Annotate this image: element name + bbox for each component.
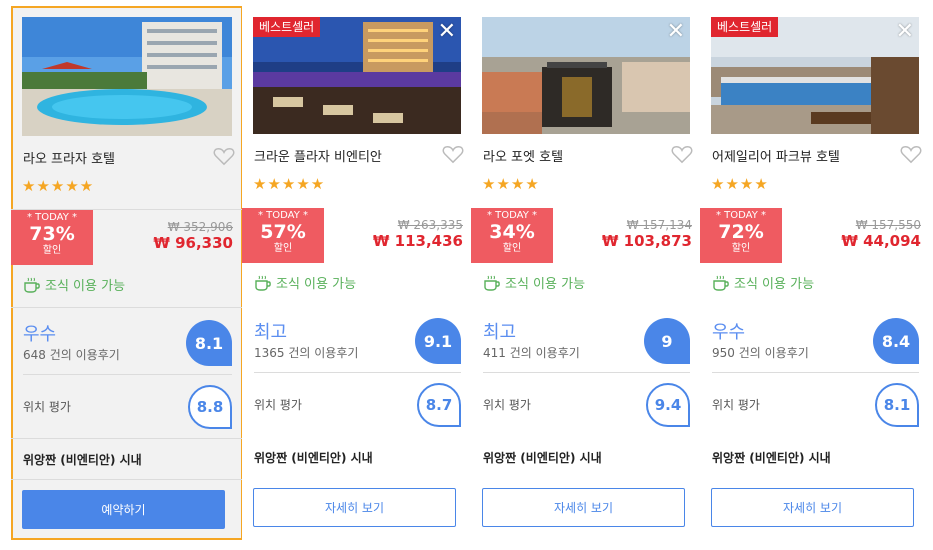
divider xyxy=(712,372,919,373)
star-rating: ★★★★ xyxy=(711,175,769,193)
coffee-cup-icon xyxy=(484,275,500,291)
sale-price: ₩ 113,436 xyxy=(372,232,463,250)
hotel-photo[interactable] xyxy=(22,17,232,136)
review-count[interactable]: 411 건의 이용후기 xyxy=(483,344,580,361)
hotel-name[interactable]: 라오 프라자 호텔 xyxy=(23,148,115,167)
hotel-area: 위앙짠 (비엔티안) 시내 xyxy=(23,453,142,467)
breakfast-label: 조식 이용 가능 xyxy=(276,277,357,292)
row-divider xyxy=(11,307,243,308)
today-label: * TODAY * xyxy=(486,210,538,221)
breakfast-info: 조식 이용 가능 xyxy=(712,273,814,292)
original-price: ₩ 157,134 xyxy=(626,218,692,232)
today-label: * TODAY * xyxy=(715,210,767,221)
discount-percent: 73% xyxy=(29,223,75,245)
review-score: 8.4 xyxy=(873,318,919,364)
location-rating-label: 위치 평가 xyxy=(254,398,302,412)
hotel-area: 위앙짠 (비엔티안) 시내 xyxy=(483,451,602,465)
today-label: * TODAY * xyxy=(26,212,78,223)
row-divider xyxy=(11,479,243,480)
breakfast-label: 조식 이용 가능 xyxy=(505,277,586,292)
discount-label: 할인 xyxy=(273,243,293,254)
close-icon[interactable]: ✕ xyxy=(896,19,914,45)
breakfast-info: 조식 이용 가능 xyxy=(23,275,125,294)
today-discount-badge: * TODAY * 73% 할인 xyxy=(11,210,93,265)
hotel-comparison-list: 라오 프라자 호텔 ★★★★★ * TODAY * 73% 할인 ₩ 352,9… xyxy=(0,0,933,550)
details-button[interactable]: 자세히 보기 xyxy=(711,488,914,527)
row-divider xyxy=(11,438,243,439)
hotel-name[interactable]: 라오 포엣 호텔 xyxy=(483,146,563,165)
hotel-card[interactable]: 베스트셀러 ✕ 크라운 플라자 비엔티안 ★★★★★ * TODAY * 57%… xyxy=(242,0,472,550)
divider xyxy=(23,374,232,375)
today-discount-badge: * TODAY * 57% 할인 xyxy=(242,208,324,263)
rating-word: 최고 xyxy=(254,322,288,343)
rating-word: 우수 xyxy=(712,322,746,343)
review-count[interactable]: 950 건의 이용후기 xyxy=(712,344,809,361)
rating-word: 우수 xyxy=(23,324,57,345)
location-score: 8.7 xyxy=(417,383,461,427)
star-rating: ★★★★★ xyxy=(253,175,326,193)
heart-icon[interactable] xyxy=(213,146,235,166)
review-score: 9.1 xyxy=(415,318,461,364)
coffee-cup-icon xyxy=(255,275,271,291)
sale-price: ₩ 96,330 xyxy=(153,234,233,252)
discount-percent: 34% xyxy=(489,221,535,243)
divider xyxy=(254,372,461,373)
location-rating-label: 위치 평가 xyxy=(483,398,531,412)
location-score: 8.8 xyxy=(188,385,232,429)
rating-word: 최고 xyxy=(483,322,517,343)
hotel-area: 위앙짠 (비엔티안) 시내 xyxy=(712,451,831,465)
bestseller-badge: 베스트셀러 xyxy=(711,17,779,37)
hotel-photo[interactable]: 베스트셀러 ✕ xyxy=(253,17,461,134)
heart-icon[interactable] xyxy=(442,144,464,164)
location-score: 8.1 xyxy=(875,383,919,427)
discount-label: 할인 xyxy=(502,243,522,254)
today-discount-badge: * TODAY * 34% 할인 xyxy=(471,208,553,263)
location-rating-label: 위치 평가 xyxy=(23,400,71,414)
sale-price: ₩ 44,094 xyxy=(841,232,921,250)
hotel-photo[interactable]: ✕ xyxy=(482,17,690,134)
star-rating: ★★★★★ xyxy=(22,177,95,195)
hotel-name[interactable]: 어제일리어 파크뷰 호텔 xyxy=(712,146,840,165)
hotel-card[interactable]: 베스트셀러 ✕ 어제일리어 파크뷰 호텔 ★★★★ * TODAY * 72% … xyxy=(700,0,930,550)
discount-percent: 72% xyxy=(718,221,764,243)
discount-label: 할인 xyxy=(731,243,751,254)
review-score: 8.1 xyxy=(186,320,232,366)
breakfast-info: 조식 이용 가능 xyxy=(483,273,585,292)
sale-price: ₩ 103,873 xyxy=(601,232,692,250)
original-price: ₩ 263,335 xyxy=(397,218,463,232)
details-button[interactable]: 자세히 보기 xyxy=(253,488,456,527)
hotel-card[interactable]: 라오 프라자 호텔 ★★★★★ * TODAY * 73% 할인 ₩ 352,9… xyxy=(11,6,243,540)
location-rating-label: 위치 평가 xyxy=(712,398,760,412)
close-icon[interactable]: ✕ xyxy=(667,19,685,45)
bestseller-badge: 베스트셀러 xyxy=(253,17,321,37)
original-price: ₩ 157,550 xyxy=(855,218,921,232)
divider xyxy=(483,372,690,373)
today-discount-badge: * TODAY * 72% 할인 xyxy=(700,208,782,263)
details-button[interactable]: 자세히 보기 xyxy=(482,488,685,527)
close-icon[interactable]: ✕ xyxy=(438,19,456,45)
review-count[interactable]: 648 건의 이용후기 xyxy=(23,346,120,363)
discount-percent: 57% xyxy=(260,221,306,243)
hotel-area: 위앙짠 (비엔티안) 시내 xyxy=(254,451,373,465)
review-score: 9 xyxy=(644,318,690,364)
breakfast-label: 조식 이용 가능 xyxy=(734,277,815,292)
coffee-cup-icon xyxy=(24,277,40,293)
original-price: ₩ 352,906 xyxy=(167,220,233,234)
breakfast-info: 조식 이용 가능 xyxy=(254,273,356,292)
hotel-photo[interactable]: 베스트셀러 ✕ xyxy=(711,17,919,134)
discount-label: 할인 xyxy=(42,245,62,256)
review-count[interactable]: 1365 건의 이용후기 xyxy=(254,344,358,361)
hotel-name[interactable]: 크라운 플라자 비엔티안 xyxy=(254,146,382,165)
coffee-cup-icon xyxy=(713,275,729,291)
hotel-card[interactable]: ✕ 라오 포엣 호텔 ★★★★ * TODAY * 34% 할인 ₩ 157,1… xyxy=(471,0,701,550)
today-label: * TODAY * xyxy=(257,210,309,221)
breakfast-label: 조식 이용 가능 xyxy=(45,279,126,294)
book-button[interactable]: 예약하기 xyxy=(22,490,225,529)
location-score: 9.4 xyxy=(646,383,690,427)
heart-icon[interactable] xyxy=(900,144,922,164)
heart-icon[interactable] xyxy=(671,144,693,164)
star-rating: ★★★★ xyxy=(482,175,540,193)
